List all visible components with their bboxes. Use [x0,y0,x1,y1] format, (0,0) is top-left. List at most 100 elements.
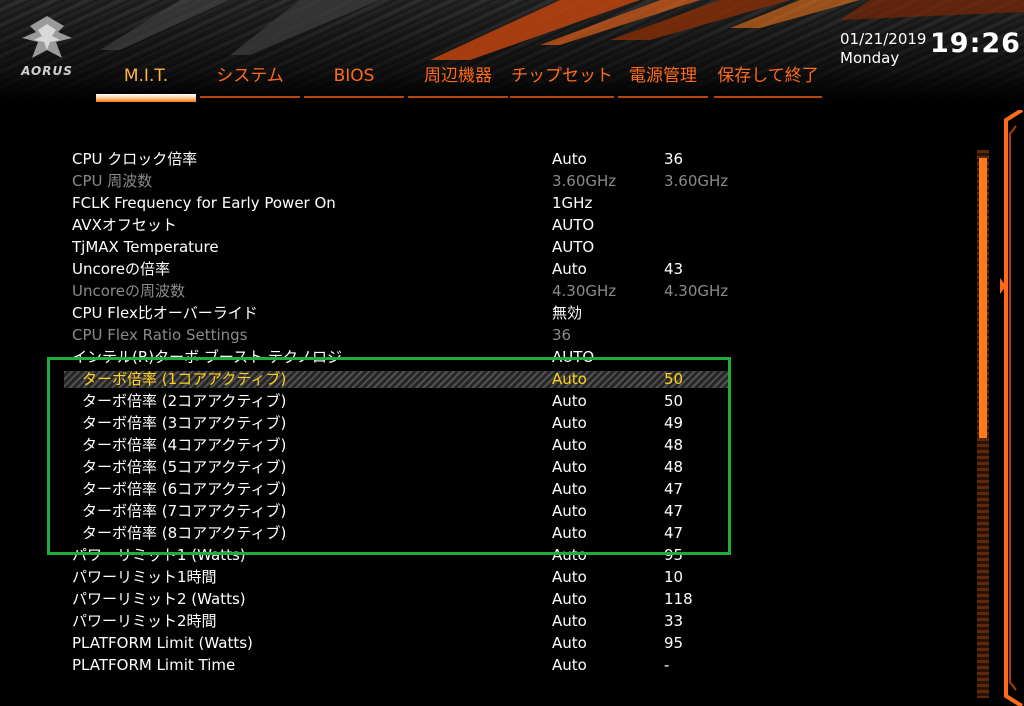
scrollbar-thumb[interactable] [979,158,987,438]
setting-current-value: 95 [664,634,684,652]
setting-label: PLATFORM Limit Time [72,656,236,674]
date-display: 01/21/2019 Monday [840,30,926,68]
settings-list: CPU クロック倍率 Auto 36 CPU 周波数 3.60GHz 3.60GHz FCL… [64,148,772,676]
setting-label: Uncoreの周波数 [72,282,185,300]
setting-current-value: 95 [664,546,684,564]
setting-label: Uncoreの倍率 [72,260,170,278]
setting-label: ターボ倍率 (4コアアクティブ) [82,436,287,454]
setting-value: Auto [552,612,587,630]
setting-row[interactable]: インテル(R)ターボ ブースト テクノロジ AUTO [72,346,772,368]
tab-underline [408,96,508,98]
setting-row[interactable]: FCLK Frequency for Early Power On 1GHz [72,192,772,214]
setting-value: 1GHz [552,194,593,212]
setting-value: AUTO [552,238,595,256]
setting-value: 3.60GHz [552,172,617,190]
setting-row[interactable]: パワーリミット2 (Watts) Auto 118 [72,588,772,610]
setting-row[interactable]: CPU クロック倍率 Auto 36 [72,148,772,170]
setting-value: Auto [552,656,587,674]
setting-row[interactable]: TjMAX Temperature AUTO [72,236,772,258]
date-text: 01/21/2019 [840,30,927,48]
setting-row[interactable]: ターボ倍率 (1コアアクティブ) Auto 50 [64,368,772,390]
tab-peripherals[interactable]: 周辺機器 [408,62,508,98]
tab-underline [304,96,404,98]
tab-underline [200,96,300,98]
setting-label: パワーリミット1時間 [72,568,217,586]
setting-label: CPU 周波数 [72,172,153,190]
setting-value: Auto [552,370,587,388]
setting-current-value: 47 [664,480,684,498]
setting-row[interactable]: AVXオフセット AUTO [72,214,772,236]
setting-current-value: 33 [664,612,684,630]
setting-label: パワーリミット2時間 [72,612,217,630]
setting-value: Auto [552,480,587,498]
tab-underline [714,96,822,98]
setting-label: パワーリミット1 (Watts) [72,546,246,564]
setting-label: CPU Flex比オーバーライド [72,304,258,322]
setting-value: Auto [552,590,587,608]
setting-row: CPU 周波数 3.60GHz 3.60GHz [72,170,772,192]
setting-label: ターボ倍率 (8コアアクティブ) [82,524,287,542]
tab-label: BIOS [333,66,375,86]
tab-underline [96,94,196,102]
setting-row[interactable]: パワーリミット1時間 Auto 10 [72,566,772,588]
setting-label: パワーリミット2 (Watts) [72,590,246,608]
setting-current-value: 49 [664,414,684,432]
setting-row: Uncoreの周波数 4.30GHz 4.30GHz [72,280,772,302]
setting-value: AUTO [552,216,595,234]
setting-current-value: 48 [664,458,684,476]
setting-row[interactable]: ターボ倍率 (4コアアクティブ) Auto 48 [72,434,772,456]
tab-mit[interactable]: M.I.T. [96,62,196,102]
setting-value: Auto [552,150,587,168]
setting-row[interactable]: ターボ倍率 (3コアアクティブ) Auto 49 [72,412,772,434]
tab-system[interactable]: システム [200,62,300,98]
tab-bios[interactable]: BIOS [304,62,404,98]
setting-row[interactable]: ターボ倍率 (7コアアクティブ) Auto 47 [72,500,772,522]
setting-row[interactable]: PLATFORM Limit (Watts) Auto 95 [72,632,772,654]
setting-value: Auto [552,260,587,278]
setting-label: FCLK Frequency for Early Power On [72,194,336,212]
setting-value: 36 [552,326,572,344]
setting-current-value: - [664,656,670,674]
tab-chipset[interactable]: チップセット [510,62,614,98]
tab-label: 周辺機器 [424,66,492,86]
setting-label: AVXオフセット [72,216,177,234]
setting-label: インテル(R)ターボ ブースト テクノロジ [72,348,343,366]
setting-current-value: 118 [664,590,693,608]
setting-row[interactable]: ターボ倍率 (2コアアクティブ) Auto 50 [72,390,772,412]
tab-save-exit[interactable]: 保存して終了 [714,62,822,98]
setting-row[interactable]: CPU Flex比オーバーライド 無効 [72,302,772,324]
setting-value: Auto [552,502,587,520]
setting-current-value: 47 [664,524,684,542]
setting-label: TjMAX Temperature [72,238,219,256]
setting-label: ターボ倍率 (2コアアクティブ) [82,392,287,410]
setting-row[interactable]: パワーリミット2時間 Auto 33 [72,610,772,632]
setting-value: 無効 [552,304,583,322]
setting-label: ターボ倍率 (7コアアクティブ) [82,502,287,520]
setting-current-value: 10 [664,568,684,586]
setting-label: PLATFORM Limit (Watts) [72,634,253,652]
setting-value: AUTO [552,348,595,366]
setting-row[interactable]: ターボ倍率 (5コアアクティブ) Auto 48 [72,456,772,478]
tab-power[interactable]: 電源管理 [618,62,708,98]
setting-value: Auto [552,546,587,564]
setting-current-value: 4.30GHz [664,282,729,300]
setting-label: ターボ倍率 (3コアアクティブ) [82,414,287,432]
bios-screen: AORUS M.I.T. システム BIOS 周辺機器 チップセット 電源管理 … [0,0,1024,706]
setting-value: Auto [552,414,587,432]
setting-label: ターボ倍率 (5コアアクティブ) [82,458,287,476]
setting-label: CPU クロック倍率 [72,150,198,168]
tab-label: チップセット [511,66,613,86]
setting-row[interactable]: PLATFORM Limit Time Auto - [72,654,772,676]
setting-label: ターボ倍率 (1コアアクティブ) [82,370,287,388]
setting-row[interactable]: Uncoreの倍率 Auto 43 [72,258,772,280]
tab-label: 電源管理 [629,66,697,86]
tab-label: システム [216,66,284,86]
setting-row[interactable]: ターボ倍率 (6コアアクティブ) Auto 47 [72,478,772,500]
setting-row[interactable]: パワーリミット1 (Watts) Auto 95 [72,544,772,566]
setting-row[interactable]: ターボ倍率 (8コアアクティブ) Auto 47 [72,522,772,544]
tab-label: M.I.T. [123,66,169,86]
setting-value: Auto [552,392,587,410]
setting-current-value: 50 [664,392,684,410]
side-frame-decoration [1000,110,1024,706]
tab-underline [510,96,614,98]
